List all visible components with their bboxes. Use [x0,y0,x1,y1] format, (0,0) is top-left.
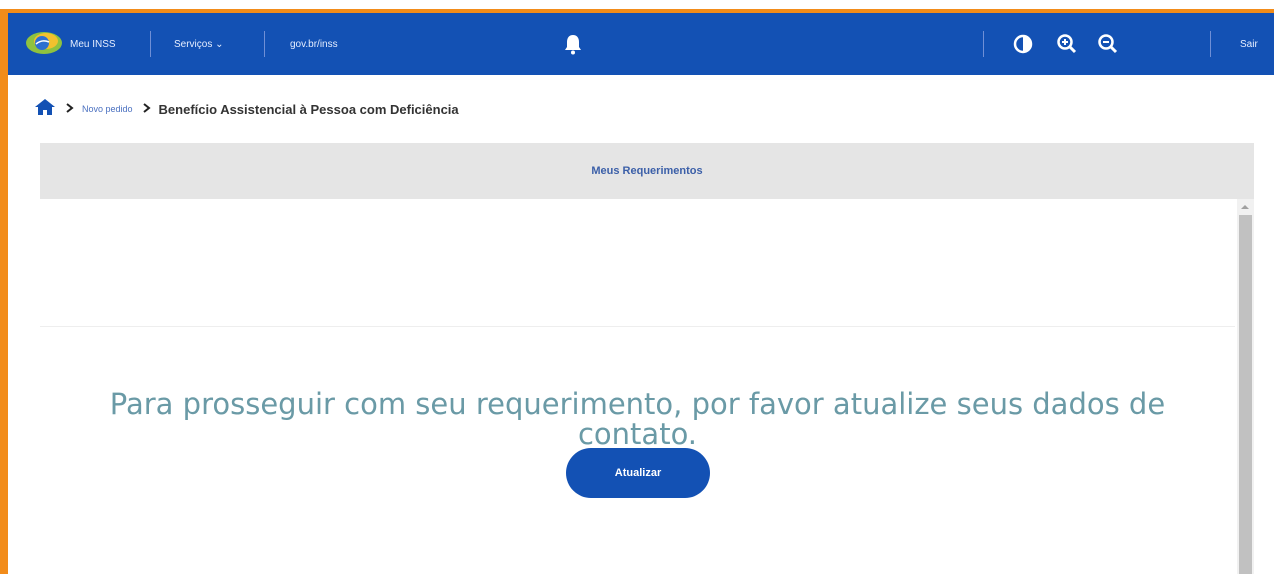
contrast-icon[interactable] [1008,29,1038,59]
update-button[interactable]: Atualizar [566,448,710,498]
panel-title: Meus Requerimentos [591,165,703,177]
inss-logo-icon[interactable] [24,29,64,57]
chevron-right-icon [66,100,74,118]
update-contact-message: Para prosseguir com seu requerimento, po… [109,387,1166,451]
scrollbar-thumb[interactable] [1239,215,1252,574]
header-divider [1210,31,1211,57]
header-divider [264,31,265,57]
header-divider [983,31,984,57]
chevron-right-icon [142,100,151,118]
requests-panel: Meus Requerimentos Para prosseguir com s… [40,143,1254,574]
logout-link[interactable]: Sair [1240,13,1258,75]
govbr-link[interactable]: gov.br/inss [290,13,338,75]
panel-divider [40,326,1235,327]
top-navigation-bar: Meu INSS Serviços ⌄ gov.br/inss Sair [8,13,1274,75]
services-menu[interactable]: Serviços ⌄ [174,13,224,75]
breadcrumb-current: Benefício Assistencial à Pessoa com Defi… [158,101,459,117]
breadcrumb: Novo pedido Benefício Assistencial à Pes… [34,96,459,122]
panel-header: Meus Requerimentos [40,143,1254,199]
zoom-out-icon[interactable] [1093,29,1123,59]
notification-bell-icon[interactable] [558,29,588,59]
app-name-link[interactable]: Meu INSS [70,13,116,75]
header-divider [150,31,151,57]
frame-border-left [0,9,8,574]
scrollbar[interactable] [1237,199,1254,574]
breadcrumb-step-link[interactable]: Novo pedido [82,104,133,114]
home-icon[interactable] [34,98,56,121]
scroll-up-icon[interactable] [1241,205,1249,209]
zoom-in-icon[interactable] [1052,29,1082,59]
